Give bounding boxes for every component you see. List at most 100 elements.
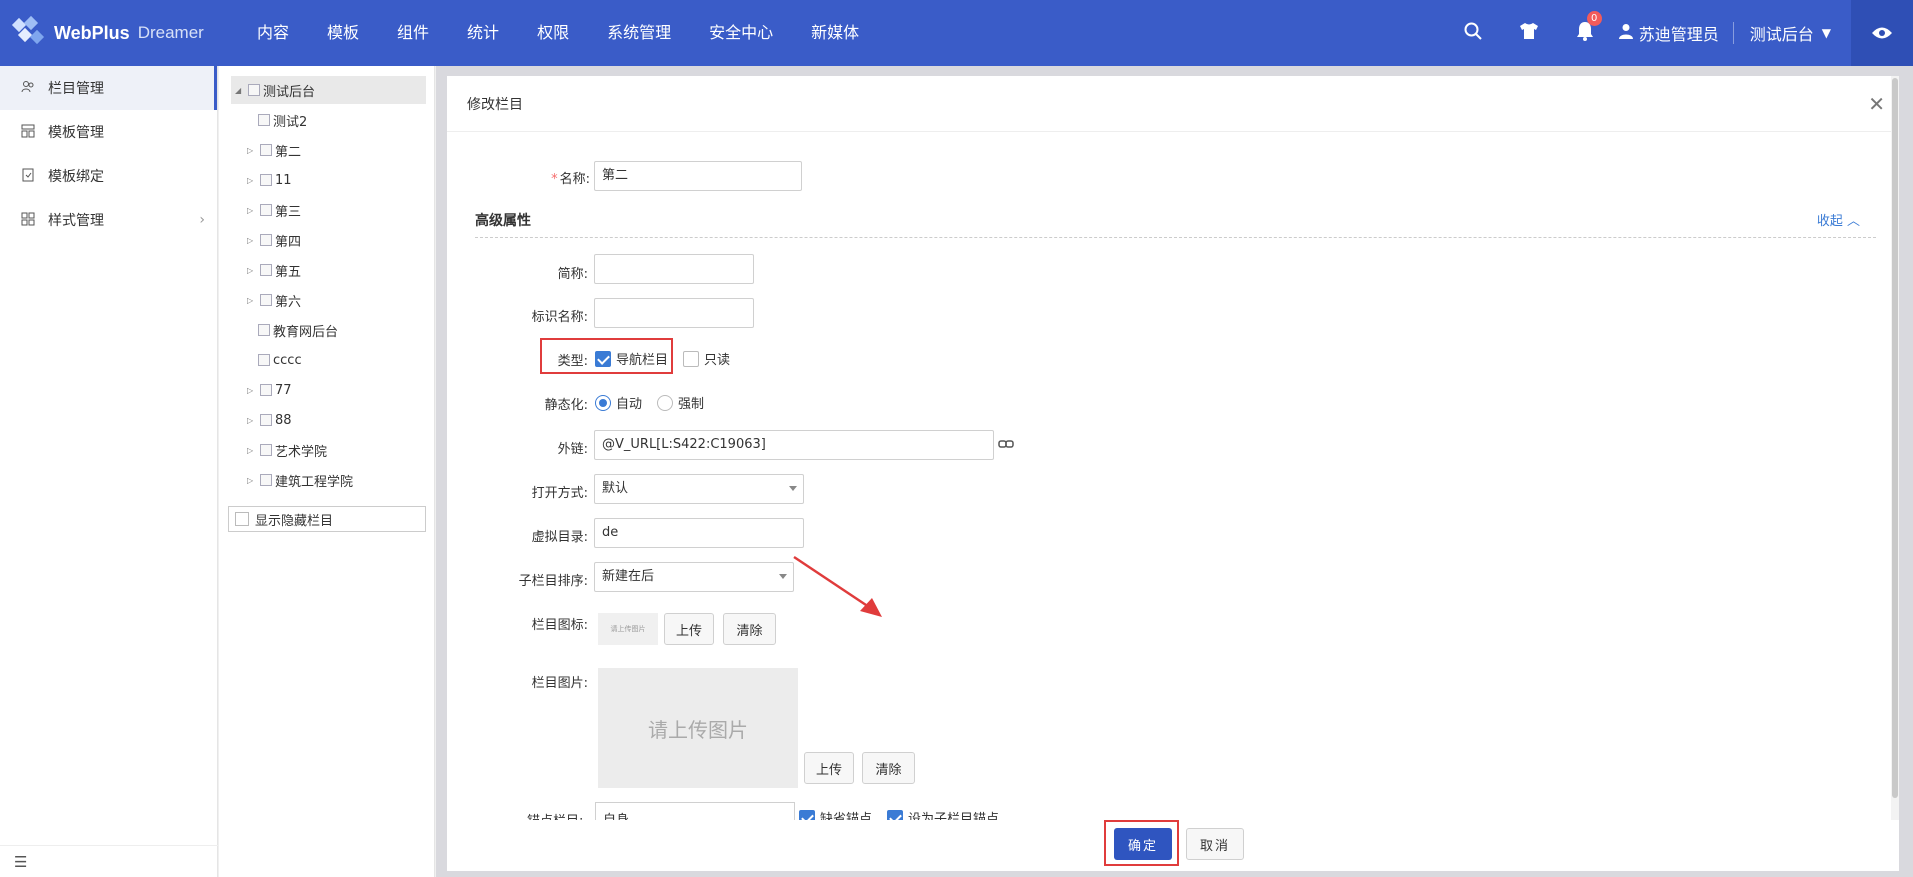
tree-item[interactable]: ▷ 第三	[247, 196, 301, 224]
static-force-radio[interactable]: 强制	[657, 393, 704, 412]
tree-item[interactable]: ▷ 艺术学院	[247, 436, 327, 464]
checkbox-checked	[887, 809, 903, 820]
name-label: * 名称:	[520, 168, 590, 187]
image-upload-button[interactable]: 上传	[804, 752, 854, 784]
sidebar-item-template-bind[interactable]: 模板绑定	[0, 154, 217, 198]
tree-item[interactable]: ▷ 11	[247, 166, 292, 194]
short-name-input[interactable]	[594, 254, 754, 284]
nav-new-media[interactable]: 新媒体	[792, 0, 878, 66]
name-input[interactable]: 第二	[594, 161, 802, 191]
logo-text: WebPlus	[54, 22, 130, 43]
nav-security[interactable]: 安全中心	[690, 0, 792, 66]
folder-icon	[260, 204, 272, 216]
folder-icon	[260, 474, 272, 486]
dialog-title: 修改栏目	[447, 76, 1899, 132]
tree-item-label: 艺术学院	[275, 444, 328, 460]
scrollbar-thumb[interactable]	[1892, 78, 1898, 798]
open-mode-select[interactable]: 默认	[594, 474, 804, 504]
tree-root[interactable]: ◢ 测试后台	[231, 76, 426, 104]
anchor-row-clipped: 锚点栏目: 自身 缺省锚点 设为子栏目锚点	[447, 800, 1887, 820]
tree-item[interactable]: ▷ 第六	[247, 286, 301, 314]
column-icon-label: 栏目图标:	[531, 618, 588, 633]
sidebar-item-template-manage[interactable]: 模板管理	[0, 110, 217, 154]
notification-badge: 0	[1586, 10, 1602, 26]
main-nav: 内容 模板 组件 统计 权限 系统管理 安全中心 新媒体	[240, 0, 878, 66]
tree-item-label: 第六	[275, 294, 302, 310]
column-image-placeholder: 请上传图片	[598, 668, 798, 788]
cancel-button[interactable]: 取消	[1186, 828, 1244, 860]
child-sort-select[interactable]: 新建在后	[594, 562, 794, 592]
anchor-default-label: 缺省锚点	[820, 812, 873, 820]
anchor-default-checkbox[interactable]: 缺省锚点	[799, 808, 872, 820]
dialog-scrollbar[interactable]	[1891, 76, 1899, 871]
ident-name-label: 标识名称:	[531, 310, 588, 325]
collapse-menu-icon[interactable]: ☰	[0, 845, 218, 877]
site-name: 测试后台	[1749, 25, 1814, 44]
user-icon	[1618, 23, 1633, 44]
site-selector[interactable]: 测试后台 ▼	[1734, 21, 1851, 45]
nav-content[interactable]: 内容	[240, 0, 308, 66]
radio-selected	[595, 394, 611, 411]
search-icon[interactable]	[1445, 21, 1501, 46]
eye-icon[interactable]	[1851, 0, 1913, 66]
column-image-label: 栏目图片:	[531, 676, 588, 691]
sidebar-item-style-manage[interactable]: 样式管理 ›	[0, 198, 217, 242]
tshirt-icon[interactable]	[1501, 21, 1557, 45]
virtual-dir-input[interactable]: de	[594, 518, 804, 548]
tree-item[interactable]: ▷ 第四	[247, 226, 301, 254]
icon-upload-button[interactable]: 上传	[664, 613, 714, 645]
highlight-box-confirm	[1104, 820, 1179, 866]
tree-item[interactable]: ▷ 第五	[247, 256, 301, 284]
tree-item[interactable]: cccc	[255, 346, 302, 374]
logo-subtitle: Dreamer	[137, 23, 204, 42]
tree-item[interactable]: ▷ 建筑工程学院	[247, 466, 353, 494]
collapse-toggle[interactable]: 收起 ︿	[1817, 210, 1860, 229]
radio-unselected	[657, 394, 673, 411]
virtual-dir-label: 虚拟目录:	[531, 530, 588, 545]
show-hidden-columns-checkbox[interactable]: 显示隐藏栏目	[228, 506, 426, 532]
checkbox-checked	[799, 809, 815, 820]
webplus-logo-icon	[11, 15, 48, 50]
tree-item[interactable]: ▷ 77	[247, 376, 292, 404]
icon-clear-button[interactable]: 清除	[723, 613, 776, 645]
anchor-label: 锚点栏目:	[527, 810, 583, 820]
static-auto-radio[interactable]: 自动	[595, 393, 642, 412]
nav-statistics[interactable]: 统计	[448, 0, 518, 66]
user-menu[interactable]: 苏迪管理员	[1613, 21, 1733, 45]
tree-item-label: 测试2	[273, 114, 308, 130]
nav-permission[interactable]: 权限	[518, 0, 588, 66]
nav-system[interactable]: 系统管理	[588, 0, 690, 66]
tree-item-label: 第三	[275, 204, 302, 220]
link-input[interactable]: @V_URL[L:S422:C19063]	[594, 430, 994, 460]
image-clear-button[interactable]: 清除	[862, 752, 915, 784]
type-readonly-label: 只读	[704, 353, 731, 368]
collapsed-triangle-icon: ▷	[247, 235, 254, 245]
ident-name-input[interactable]	[594, 298, 754, 328]
collapsed-triangle-icon: ▷	[247, 445, 254, 455]
tree-item[interactable]: 教育网后台	[255, 316, 338, 344]
bell-icon[interactable]: 0	[1557, 10, 1613, 46]
top-right-tools: 0 苏迪管理员 测试后台 ▼	[1445, 0, 1913, 66]
sidebar-item-column-manage[interactable]: 栏目管理	[0, 66, 217, 110]
tree-item[interactable]: ▷ 第二	[247, 136, 301, 164]
tree-item-label: 教育网后台	[273, 324, 339, 340]
section-title: 高级属性	[475, 213, 531, 229]
type-readonly-checkbox[interactable]: 只读	[683, 349, 730, 368]
static-auto-label: 自动	[616, 397, 643, 412]
close-icon[interactable]: ✕	[1868, 92, 1885, 116]
folder-icon	[260, 444, 272, 456]
nav-component[interactable]: 组件	[378, 0, 448, 66]
logo[interactable]: WebPlus Dreamer	[11, 15, 204, 50]
chevron-up-icon: ︿	[1846, 214, 1860, 229]
nav-template[interactable]: 模板	[308, 0, 378, 66]
static-label: 静态化:	[544, 398, 588, 413]
expanded-triangle-icon: ◢	[235, 85, 242, 95]
sidebar-item-label: 模板绑定	[48, 169, 104, 185]
tree-item[interactable]: 测试2	[255, 106, 307, 134]
anchor-child-checkbox[interactable]: 设为子栏目锚点	[887, 808, 999, 820]
tree-item[interactable]: ▷ 88	[247, 406, 292, 434]
child-sort-value: 新建在后	[602, 569, 655, 584]
link-label: 外链:	[557, 442, 588, 457]
link-chain-icon[interactable]	[998, 438, 1014, 454]
anchor-select[interactable]: 自身	[595, 802, 795, 820]
